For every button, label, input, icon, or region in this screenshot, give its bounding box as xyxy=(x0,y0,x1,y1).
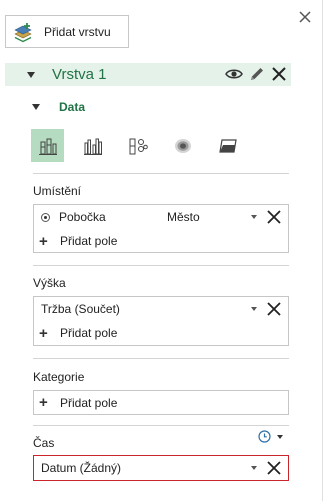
pencil-icon[interactable] xyxy=(249,66,265,82)
collapse-layer-icon[interactable] xyxy=(27,71,35,78)
add-layer-label: Přidat vrstvu xyxy=(44,24,111,39)
divider xyxy=(33,358,289,359)
add-field-label[interactable]: Přidat pole xyxy=(60,396,117,410)
eye-icon[interactable] xyxy=(225,66,243,82)
chevron-down-icon xyxy=(277,434,283,439)
visualization-type-row xyxy=(31,129,256,162)
add-layer-icon xyxy=(14,22,32,42)
layer-header[interactable]: Vrstva 1 xyxy=(5,63,291,86)
data-section-header[interactable]: Data xyxy=(32,100,85,114)
close-pane-button[interactable] xyxy=(297,9,313,25)
height-well: Tržba (Součet) + Přidat pole xyxy=(33,296,289,346)
delete-layer-icon[interactable] xyxy=(271,66,287,82)
remove-field-icon[interactable] xyxy=(266,209,282,225)
clock-icon xyxy=(258,430,271,443)
vis-clustered-column-button[interactable] xyxy=(76,129,109,162)
vis-stacked-column-button[interactable] xyxy=(31,129,64,162)
vis-heat-map-button[interactable] xyxy=(166,129,199,162)
chevron-down-icon[interactable] xyxy=(251,215,257,219)
add-field-row[interactable]: + Přidat pole xyxy=(34,321,288,345)
time-settings-button[interactable] xyxy=(258,430,283,443)
height-label: Výška xyxy=(33,276,66,290)
time-label: Čas xyxy=(33,436,55,450)
remove-field-icon[interactable] xyxy=(266,301,282,317)
add-field-label[interactable]: Přidat pole xyxy=(60,234,117,248)
vis-bubble-button[interactable] xyxy=(121,129,154,162)
divider xyxy=(33,425,289,426)
divider xyxy=(33,173,289,174)
add-field-row[interactable]: + Přidat pole xyxy=(34,391,288,414)
location-field-row[interactable]: Pobočka Město xyxy=(34,205,288,229)
layer-tools xyxy=(225,66,287,82)
stacked-column-icon xyxy=(38,138,57,155)
add-layer-button[interactable]: Přidat vrstvu xyxy=(5,15,129,48)
region-icon xyxy=(218,138,237,153)
clustered-column-icon xyxy=(83,138,102,155)
chevron-down-icon[interactable] xyxy=(251,466,257,470)
add-field-row[interactable]: + Přidat pole xyxy=(34,229,288,253)
time-field-name: Datum (Žádný) xyxy=(41,461,122,475)
category-well: + Přidat pole xyxy=(33,390,289,415)
layer-title[interactable]: Vrstva 1 xyxy=(52,66,106,83)
location-type[interactable]: Město xyxy=(167,210,200,224)
remove-field-icon[interactable] xyxy=(266,460,282,476)
add-field-label[interactable]: Přidat pole xyxy=(60,326,117,340)
plus-icon: + xyxy=(39,324,48,342)
time-well: Datum (Žádný) xyxy=(33,455,289,481)
divider xyxy=(33,265,289,266)
chevron-down-icon[interactable] xyxy=(251,307,257,311)
plus-icon: + xyxy=(39,232,48,250)
heat-map-icon xyxy=(174,138,191,153)
location-field-name: Pobočka xyxy=(59,210,106,224)
vis-region-button[interactable] xyxy=(211,129,244,162)
location-well: Pobočka Město + Přidat pole xyxy=(33,204,289,253)
location-label: Umístění xyxy=(33,184,82,198)
close-icon xyxy=(299,11,311,23)
category-label: Kategorie xyxy=(33,370,85,384)
height-field-name: Tržba (Součet) xyxy=(41,302,120,316)
plus-icon: + xyxy=(39,394,48,411)
layer-pane: Přidat vrstvu Vrstva 1 Data Umístění Pob… xyxy=(0,0,323,501)
data-section-title: Data xyxy=(59,100,86,114)
location-radio[interactable] xyxy=(41,212,50,222)
collapse-data-icon[interactable] xyxy=(32,104,40,110)
height-field-row[interactable]: Tržba (Součet) xyxy=(34,297,288,321)
bubble-icon xyxy=(129,138,148,154)
time-field-row[interactable]: Datum (Žádný) xyxy=(34,456,288,480)
